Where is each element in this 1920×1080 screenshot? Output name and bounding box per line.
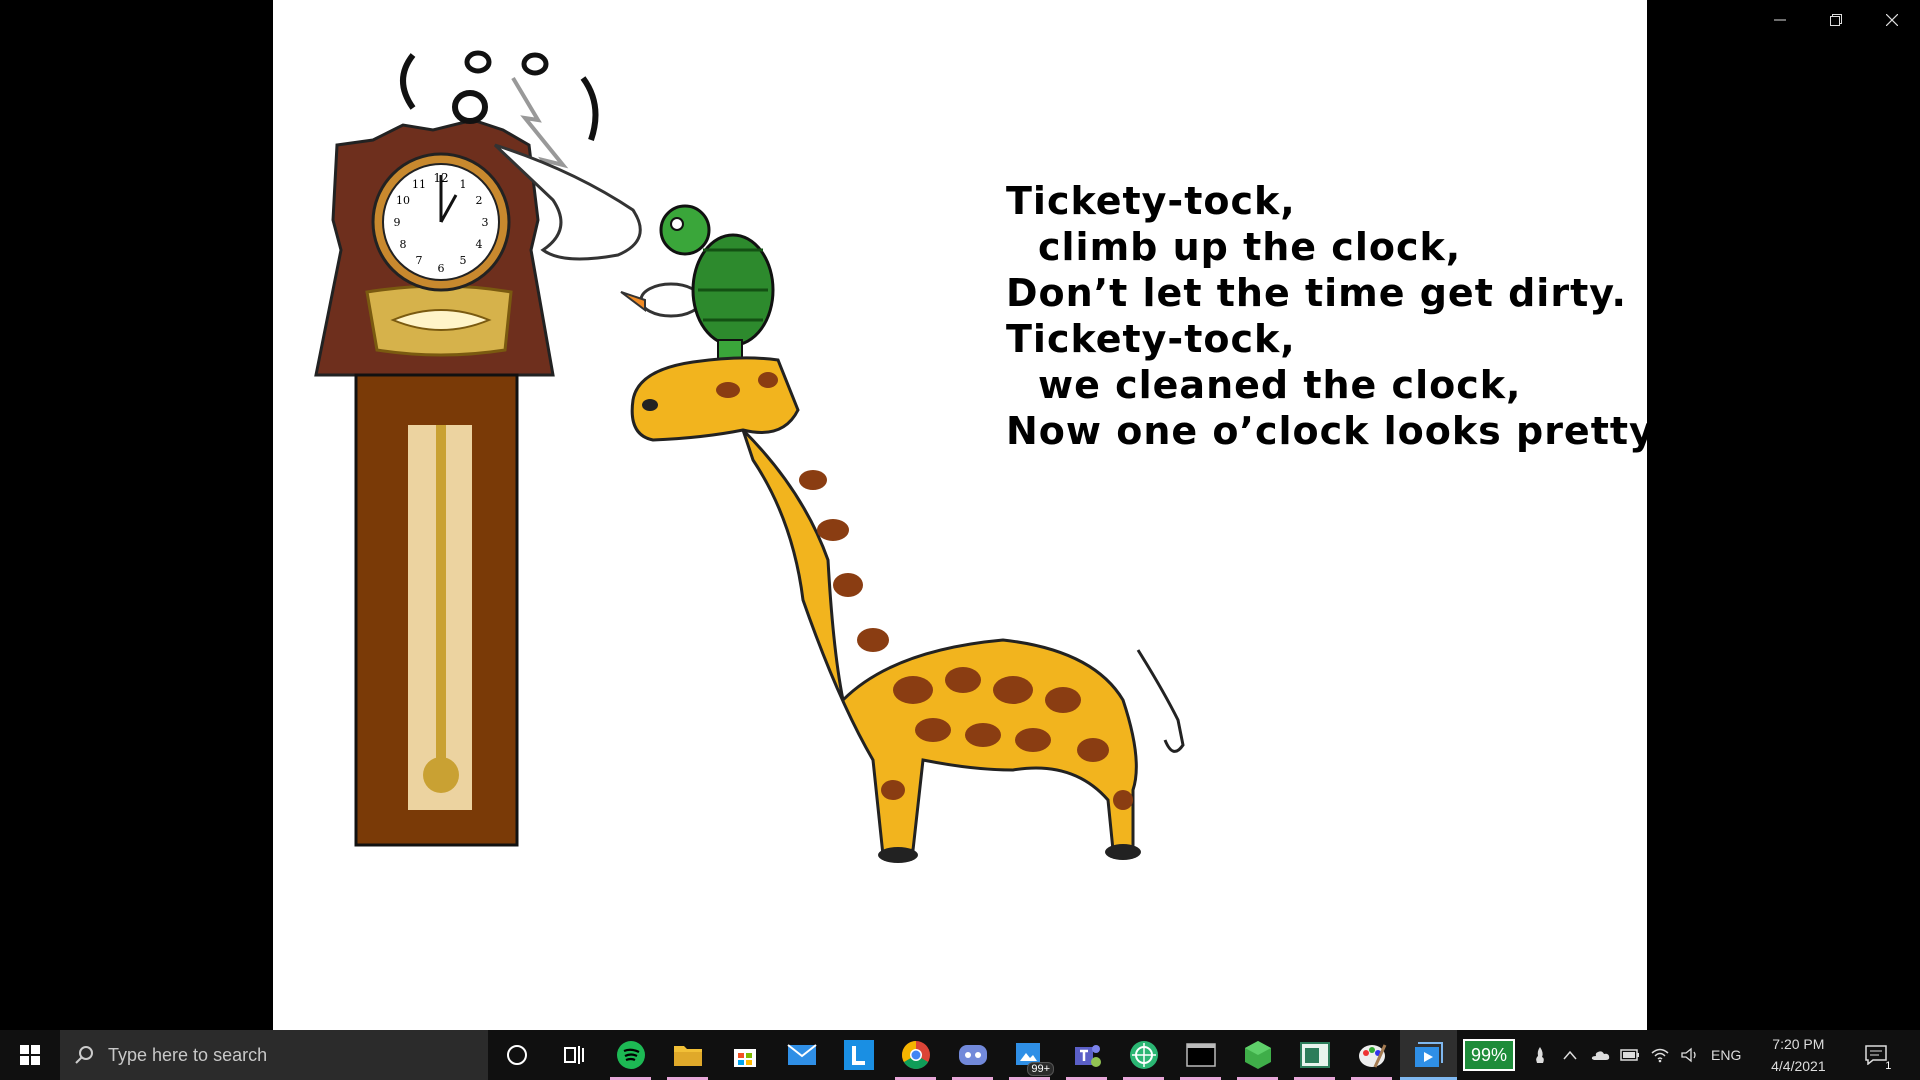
clock-numeral: 6 — [438, 262, 445, 275]
l-app-icon — [843, 1040, 874, 1070]
poem-line: Tickety-tock, — [1006, 317, 1296, 361]
slide-illustration: 12 1 2 3 4 5 6 7 8 9 10 11 — [314, 50, 1185, 863]
taskbar-app-media-player[interactable] — [1400, 1030, 1457, 1080]
flame-icon — [1536, 1047, 1544, 1063]
terminal-icon — [1185, 1043, 1216, 1067]
speaker-icon — [1681, 1047, 1696, 1063]
cloud-icon — [1591, 1051, 1610, 1060]
action-center-button[interactable]: 1 — [1851, 1030, 1901, 1080]
clock-numeral: 5 — [460, 254, 467, 267]
notification-badge: 99+ — [1027, 1062, 1054, 1076]
restore-icon — [1830, 14, 1842, 26]
poem-line: Now one o’clock looks pretty. — [1006, 409, 1647, 453]
restore-button[interactable] — [1808, 0, 1864, 40]
taskbar-app-teams[interactable] — [1058, 1030, 1115, 1080]
poem: Tickety-tock, climb up the clock, Don’t … — [1006, 178, 1647, 454]
clock-time: 7:20 PM — [1772, 1036, 1825, 1052]
media-player-icon — [1414, 1042, 1443, 1067]
volume-button[interactable] — [1675, 1030, 1705, 1080]
language-indicator[interactable]: ENG — [1711, 1047, 1741, 1063]
taskbar-app-discord[interactable] — [944, 1030, 1001, 1080]
clock[interactable]: 7:20 PM 4/4/2021 — [1759, 1033, 1837, 1077]
clock-numeral: 3 — [482, 216, 489, 229]
taskbar-app-mail[interactable] — [773, 1030, 830, 1080]
taskbar: Type here to search 99+ 99% ENG 7:20 PM … — [0, 1030, 1920, 1080]
cortana-icon — [506, 1045, 527, 1065]
teams-icon — [1074, 1045, 1101, 1067]
clock-date: 4/4/2021 — [1771, 1058, 1826, 1074]
taskbar-app-photos[interactable]: 99+ — [1001, 1030, 1058, 1080]
search-icon — [75, 1046, 93, 1064]
cortana-button[interactable] — [488, 1030, 545, 1080]
battery-percentage[interactable]: 99% — [1463, 1039, 1516, 1071]
clock-numeral: 10 — [396, 194, 410, 207]
clock-numeral: 2 — [476, 194, 483, 207]
clock-numeral: 4 — [476, 238, 483, 251]
network-button[interactable] — [1645, 1030, 1675, 1080]
battery-button[interactable] — [1615, 1030, 1645, 1080]
system-tray: ENG 7:20 PM 4/4/2021 1 — [1525, 1030, 1901, 1080]
clock-numeral: 12 — [433, 171, 448, 185]
battery-icon — [1620, 1049, 1640, 1061]
taskbar-app-paint[interactable] — [1343, 1030, 1400, 1080]
poem-line: Don’t let the time get dirty. — [1006, 271, 1627, 315]
close-icon — [1886, 14, 1898, 26]
tray-app-button[interactable] — [1525, 1030, 1555, 1080]
file-explorer-icon — [673, 1046, 702, 1066]
minimize-button[interactable] — [1752, 0, 1808, 40]
discord-icon — [958, 1045, 987, 1065]
clock-numeral: 1 — [460, 178, 467, 191]
microsoft-store-icon — [733, 1049, 756, 1067]
slide-canvas: 12 1 2 3 4 5 6 7 8 9 10 11 Tickety-tock,… — [273, 0, 1647, 1030]
taskbar-app-spotify[interactable] — [602, 1030, 659, 1080]
windows-logo-icon — [20, 1045, 40, 1065]
poem-line: climb up the clock, — [1038, 225, 1462, 269]
show-hidden-icons-button[interactable] — [1555, 1030, 1585, 1080]
close-button[interactable] — [1864, 0, 1920, 40]
taskbar-app-l[interactable] — [830, 1030, 887, 1080]
taskbar-app-file-explorer[interactable] — [659, 1030, 716, 1080]
taskbar-app-store[interactable] — [716, 1030, 773, 1080]
notification-count: 1 — [1885, 1060, 1892, 1072]
clock-numeral: 8 — [400, 238, 407, 251]
minimize-icon — [1774, 19, 1786, 21]
search-placeholder: Type here to search — [108, 1044, 268, 1065]
poem-line: Tickety-tock, — [1006, 179, 1296, 223]
window-controls — [1752, 0, 1920, 40]
chevron-up-icon — [1563, 1050, 1577, 1060]
mail-icon — [786, 1044, 817, 1065]
task-view-button[interactable] — [545, 1030, 602, 1080]
clock-numeral: 11 — [412, 178, 426, 191]
green-cube-icon — [1244, 1041, 1271, 1069]
clock-numeral: 7 — [416, 254, 423, 267]
task-view-icon — [563, 1046, 584, 1064]
spotify-icon — [616, 1041, 645, 1069]
chrome-icon — [901, 1041, 930, 1069]
taskbar-app-window[interactable] — [1286, 1030, 1343, 1080]
onedrive-button[interactable] — [1585, 1030, 1615, 1080]
wifi-icon — [1651, 1048, 1669, 1063]
poem-line: we cleaned the clock, — [1038, 363, 1522, 407]
start-button[interactable] — [0, 1030, 60, 1080]
window-app-icon — [1299, 1042, 1330, 1068]
clock-numeral: 9 — [394, 216, 401, 229]
taskbar-app-chrome[interactable] — [887, 1030, 944, 1080]
taskbar-app-green-cube[interactable] — [1229, 1030, 1286, 1080]
paint-icon — [1358, 1044, 1386, 1068]
search-box[interactable]: Type here to search — [60, 1030, 488, 1080]
taskbar-app-vpn[interactable] — [1115, 1030, 1172, 1080]
vpn-app-icon — [1129, 1041, 1158, 1069]
notification-icon — [1865, 1045, 1888, 1065]
taskbar-app-terminal[interactable] — [1172, 1030, 1229, 1080]
